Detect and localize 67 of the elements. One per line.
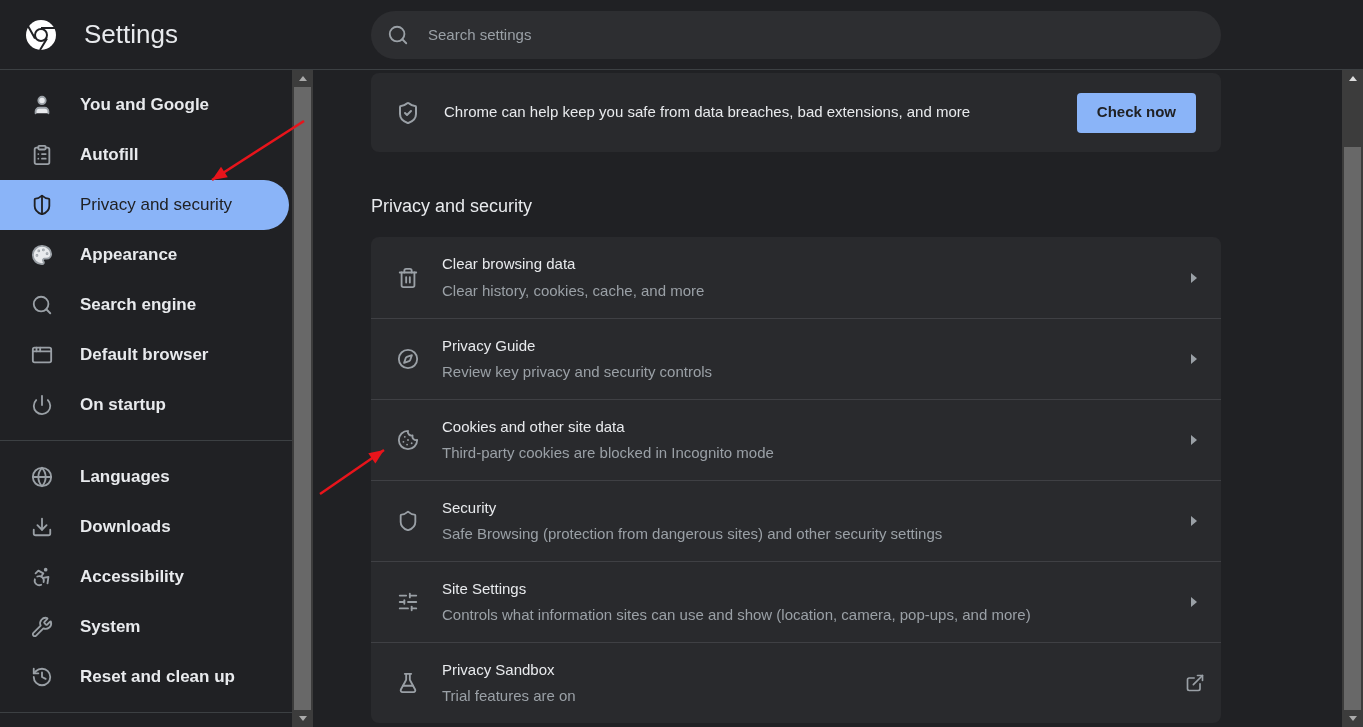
scrollbar[interactable] <box>1342 70 1363 727</box>
settings-row[interactable]: Site Settings Controls what information sites can use and show (location, camera, pop-ups, and more) <box>371 561 1221 642</box>
trash-icon <box>397 266 419 289</box>
row-subtitle: Trial features are on <box>442 686 577 706</box>
settings-row[interactable]: Cookies and other site data Third-party cookies are blocked in Incognito mode <box>371 399 1221 480</box>
row-title: Privacy Sandbox <box>442 659 556 680</box>
compass-icon <box>397 348 419 370</box>
row-title: Clear browsing data <box>442 254 577 274</box>
annotation-arrow <box>319 448 385 496</box>
row-subtitle: Controls what information sites can use and show (location, camera, pop-ups, and more) <box>442 605 1032 625</box>
caret-right-icon <box>1191 516 1197 526</box>
shield-icon <box>31 194 53 216</box>
row-subtitle: Third-party cookies are blocked in Incognito mode <box>442 443 775 463</box>
sidebar-item[interactable]: Privacy and security <box>0 180 289 230</box>
shield-check-icon <box>396 100 420 125</box>
settings-title: Settings <box>84 18 179 51</box>
power-icon <box>31 394 53 416</box>
sidebar-item[interactable]: Default browser <box>0 330 289 380</box>
row-title: Security <box>442 497 498 518</box>
search-icon <box>31 294 53 316</box>
sliders-icon <box>397 591 419 613</box>
sidebar-item[interactable]: Appearance <box>0 230 289 280</box>
flask-icon <box>397 672 419 694</box>
globe-icon <box>31 466 53 488</box>
search-icon <box>387 23 409 46</box>
scroll-up-icon[interactable] <box>298 76 307 81</box>
sidebar-item[interactable]: Autofill <box>0 130 289 180</box>
safety-check-text: Chrome can help keep you safe from data breaches, bad extensions, and more <box>444 102 972 123</box>
check-now-button[interactable]: Check now <box>1076 92 1196 133</box>
scroll-down-icon[interactable] <box>1348 716 1357 721</box>
search-field[interactable]: Search settings <box>371 10 1221 59</box>
row-subtitle: Review key privacy and security controls <box>442 362 714 382</box>
sidebar-item[interactable]: On startup <box>0 380 289 430</box>
caret-right-icon <box>1191 435 1197 445</box>
sidebar-item[interactable]: You and Google <box>0 80 289 130</box>
sidebar-item[interactable]: System <box>0 602 289 652</box>
settings-row[interactable]: Clear browsing data Clear history, cookies, cache, and more <box>371 237 1221 318</box>
wrench-icon <box>31 616 53 638</box>
external-link-icon <box>1185 673 1205 693</box>
cookie-icon <box>397 429 419 451</box>
caret-right-icon <box>1191 354 1197 364</box>
sidebar-item[interactable]: Accessibility <box>0 552 289 602</box>
shield-icon <box>397 510 419 532</box>
caret-right-icon <box>1191 597 1197 607</box>
settings-row[interactable]: Security Safe Browsing (protection from dangerous sites) and other security settings <box>371 480 1221 561</box>
sidebar-item[interactable]: Downloads <box>0 502 289 552</box>
row-title: Privacy Guide <box>442 335 537 356</box>
scroll-down-icon[interactable] <box>298 716 307 721</box>
row-subtitle: Safe Browsing (protection from dangerous sites) and other security settings <box>442 524 944 544</box>
caret-right-icon <box>1191 272 1197 283</box>
row-title: Cookies and other site data <box>442 416 626 437</box>
clipboard-icon <box>31 144 53 166</box>
row-title: Site Settings <box>442 578 528 599</box>
settings-row[interactable]: Privacy Guide Review key privacy and security controls <box>371 318 1221 399</box>
sidebar-item[interactable]: Languages <box>0 452 289 502</box>
scroll-up-icon[interactable] <box>1348 76 1357 81</box>
browser-window-icon <box>31 344 53 366</box>
download-icon <box>31 516 53 538</box>
palette-icon <box>31 244 53 266</box>
chrome-logo-icon <box>25 18 57 51</box>
section-title: Privacy and security <box>371 195 534 217</box>
settings-row[interactable]: Privacy Sandbox Trial features are on <box>371 642 1221 723</box>
sidebar-item[interactable]: Search engine <box>0 280 289 330</box>
row-subtitle: Clear history, cookies, cache, and more <box>442 280 706 301</box>
scrollbar[interactable] <box>292 70 313 727</box>
sidebar-item[interactable]: Reset and clean up <box>0 652 289 702</box>
history-icon <box>31 666 53 688</box>
